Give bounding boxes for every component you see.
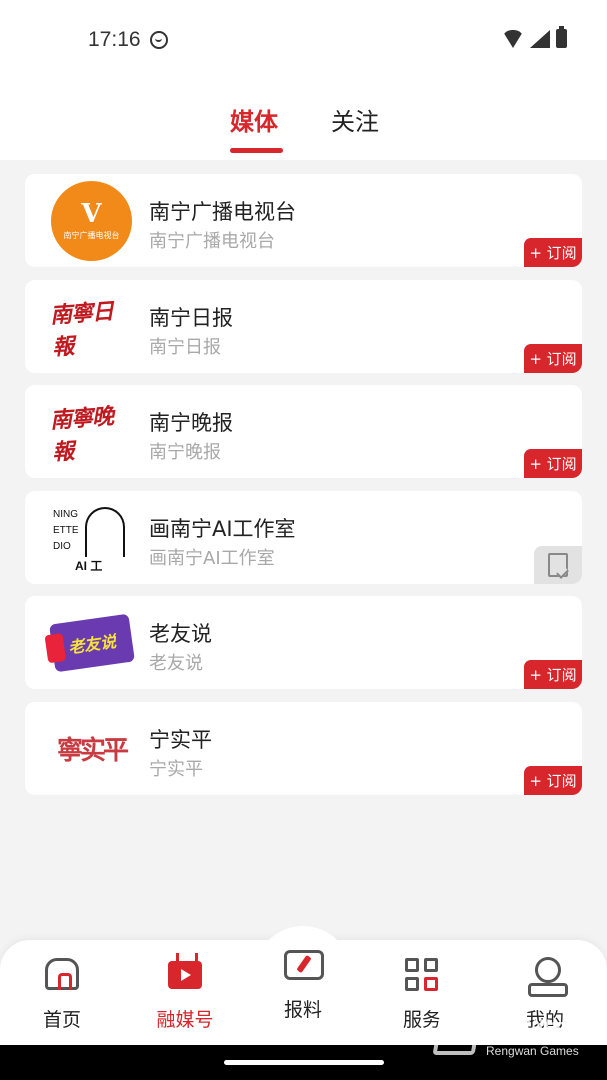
media-logo: 寧实平 [51, 709, 132, 789]
media-logo: NING ETTE DIO AI 工 [51, 498, 132, 578]
media-logo: V 南宁广播电视台 [51, 181, 132, 261]
nav-label: 融媒号 [156, 1009, 214, 1031]
media-subtitle: 南宁日报 [149, 336, 221, 358]
watermark-logo-icon [432, 1015, 482, 1055]
status-icons [502, 26, 567, 48]
subscribe-button[interactable]: + 订阅 [524, 449, 582, 478]
laoyoushuo-logo: 老友说 [48, 613, 135, 673]
signal-icon [530, 30, 550, 48]
media-card[interactable]: NING ETTE DIO AI 工 画南宁AI工作室 画南宁AI工作室 [25, 490, 582, 584]
top-tab-bar: 媒体 关注 [0, 80, 607, 160]
nav-label: 首页 [42, 1009, 81, 1031]
nav-label: 报料 [283, 999, 322, 1021]
grid-icon [405, 958, 439, 992]
media-card[interactable]: V 南宁广播电视台 南宁广播电视台 南宁广播电视台 + 订阅 [25, 174, 582, 267]
subscribe-button[interactable]: + 订阅 [524, 660, 582, 689]
media-logo: 南寧日報 [49, 287, 132, 367]
subscribe-button[interactable]: + 订阅 [524, 765, 582, 795]
media-name: 南宁广播电视台 [149, 200, 296, 224]
status-time: 17:16 [88, 28, 141, 51]
tv-icon [168, 961, 202, 989]
notification-face-icon [150, 31, 168, 49]
wifi-icon [502, 30, 524, 48]
media-subtitle: 老友说 [149, 653, 203, 674]
subscribe-button[interactable]: + 订阅 [524, 343, 582, 373]
nanning-daily-logo: 南寧日報 [49, 297, 114, 361]
edit-icon [284, 950, 324, 980]
home-indicator[interactable] [224, 1060, 384, 1065]
tab-follow[interactable]: 关注 [331, 102, 379, 137]
subscribe-button[interactable]: + 订阅 [524, 238, 582, 267]
media-subtitle: 南宁广播电视台 [149, 231, 275, 252]
nanning-tv-logo: V 南宁广播电视台 [51, 181, 132, 261]
media-card[interactable]: 老友说 老友说 老友说 + 订阅 [25, 596, 582, 689]
media-logo: 南寧晚報 [49, 392, 132, 472]
media-card[interactable]: 南寧晚報 南宁晚报 南宁晚报 + 订阅 [25, 385, 582, 478]
tab-media[interactable]: 媒体 [230, 102, 278, 137]
battery-icon [556, 26, 567, 48]
watermark-title: 仍玩游戏 [486, 1019, 578, 1045]
media-card[interactable]: 寧实平 宁实平 宁实平 + 订阅 [25, 701, 582, 795]
ningshiping-logo: 寧实平 [56, 736, 129, 766]
media-name: 南宁晚报 [149, 411, 233, 435]
media-name: 宁实平 [149, 727, 212, 752]
media-subtitle: 画南宁AI工作室 [149, 547, 275, 569]
watermark: 仍玩游戏 Rengwan Games [432, 1010, 607, 1065]
watermark-subtitle: Rengwan Games [486, 1044, 579, 1058]
user-icon [528, 957, 568, 997]
media-logo: 老友说 [48, 603, 135, 683]
media-name: 老友说 [149, 622, 212, 646]
ai-studio-logo: NING ETTE DIO AI 工 [51, 503, 132, 573]
media-list: V 南宁广播电视台 南宁广播电视台 南宁广播电视台 + 订阅 南寧日報 南宁日报… [25, 174, 582, 807]
media-subtitle: 南宁晚报 [149, 442, 221, 463]
subscribed-button[interactable] [534, 545, 582, 584]
media-card[interactable]: 南寧日報 南宁日报 南宁日报 + 订阅 [25, 279, 582, 373]
media-name: 南宁日报 [149, 305, 233, 330]
status-bar: 17:16 [0, 0, 607, 80]
document-check-icon [548, 552, 568, 577]
media-name: 画南宁AI工作室 [149, 516, 296, 541]
active-tab-indicator [230, 148, 283, 153]
media-subtitle: 宁实平 [149, 758, 203, 780]
nanning-evening-logo: 南寧晚報 [49, 403, 114, 466]
home-icon [45, 958, 79, 990]
